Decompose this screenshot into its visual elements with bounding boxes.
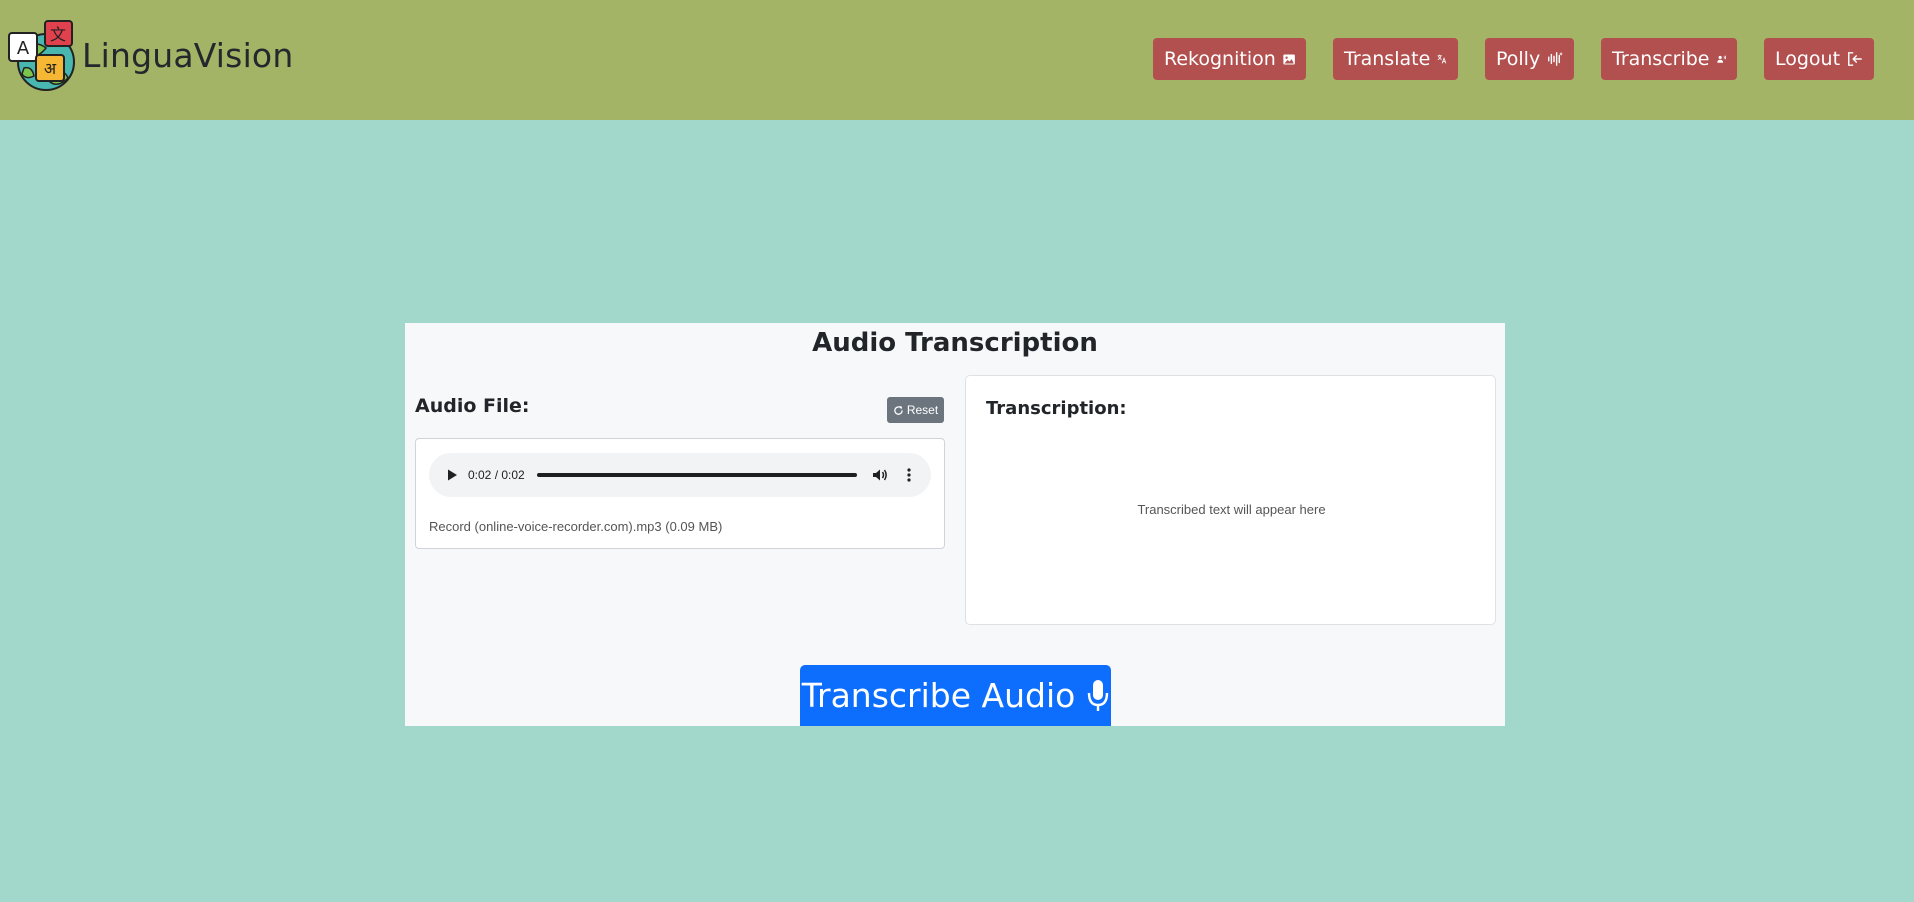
- play-icon[interactable]: [445, 468, 459, 482]
- file-info: Record (online-voice-recorder.com).mp3 (…: [429, 519, 723, 534]
- progress-bar[interactable]: [537, 473, 857, 477]
- more-options-icon[interactable]: [900, 466, 918, 484]
- transcription-placeholder: Transcribed text will appear here: [1137, 502, 1326, 517]
- nav-logout-button[interactable]: Logout: [1764, 38, 1874, 80]
- page-title: Audio Transcription: [812, 328, 1098, 358]
- logout-icon: [1848, 52, 1862, 66]
- translate-icon: [1437, 54, 1447, 64]
- brand-name[interactable]: LinguaVision: [82, 36, 293, 75]
- transcription-label: Transcription:: [986, 398, 1127, 419]
- soundwave-icon: [1548, 51, 1563, 66]
- logo-glyph-chinese: 文: [50, 25, 66, 44]
- audio-file-box: 0:02 / 0:02 Record (online-voice-recorde…: [415, 438, 945, 549]
- logo-glyph-latin: A: [17, 38, 30, 59]
- nav-transcribe-button[interactable]: Transcribe: [1601, 38, 1737, 80]
- reset-label: Reset: [906, 403, 939, 417]
- brand[interactable]: A 文 अ LinguaVision: [8, 18, 293, 92]
- transcribe-audio-label: Transcribe Audio: [801, 676, 1076, 715]
- transcribe-audio-button[interactable]: Transcribe Audio: [800, 665, 1111, 726]
- navbar: A 文 अ LinguaVision Rekognition Translate…: [0, 0, 1914, 120]
- logo-glyph-hindi: अ: [44, 59, 57, 78]
- nav-translate-button[interactable]: Translate: [1333, 38, 1458, 80]
- reset-button[interactable]: Reset: [887, 397, 944, 423]
- volume-icon[interactable]: [871, 466, 889, 484]
- audio-file-label: Audio File:: [415, 395, 530, 417]
- audio-player[interactable]: 0:02 / 0:02: [429, 453, 931, 497]
- image-icon: [1283, 53, 1295, 65]
- nav-translate-label: Translate: [1344, 48, 1431, 70]
- nav-transcribe-label: Transcribe: [1612, 48, 1710, 70]
- nav-rekognition-button[interactable]: Rekognition: [1153, 38, 1306, 80]
- nav-rekognition-label: Rekognition: [1164, 48, 1276, 70]
- nav-polly-label: Polly: [1496, 48, 1541, 70]
- transcription-panel: Audio Transcription Audio File: Reset 0:…: [405, 323, 1505, 726]
- person-voice-icon: [1716, 55, 1726, 63]
- nav-polly-button[interactable]: Polly: [1485, 38, 1574, 80]
- reset-icon: [894, 405, 903, 415]
- player-time: 0:02 / 0:02: [468, 468, 525, 482]
- transcription-box: Transcription: Transcribed text will app…: [965, 375, 1496, 625]
- logo-icon: A 文 अ: [8, 18, 78, 92]
- nav-logout-label: Logout: [1775, 48, 1841, 70]
- microphone-icon: [1088, 679, 1109, 711]
